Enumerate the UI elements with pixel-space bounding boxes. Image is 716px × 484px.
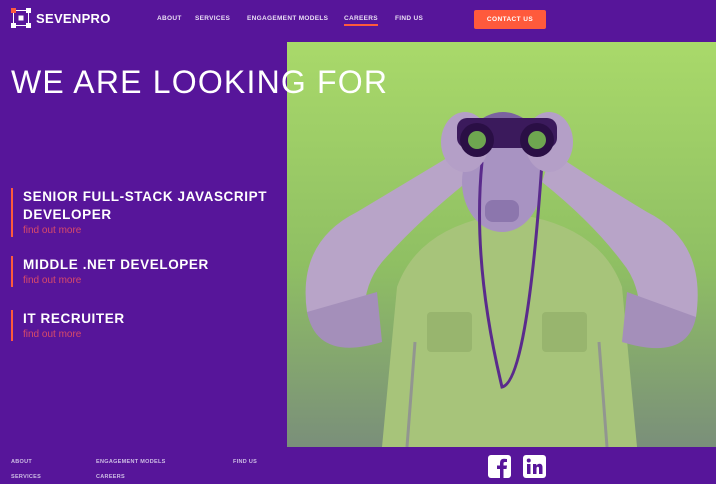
- hero-image: [287, 42, 716, 447]
- footer-link-services[interactable]: SERVICES: [11, 474, 41, 480]
- linkedin-icon[interactable]: [523, 455, 546, 478]
- job-title[interactable]: MIDDLE .NET DEVELOPER: [23, 256, 209, 274]
- main-nav: ABOUT SERVICES ENGAGEMENT MODELS CAREERS…: [0, 15, 716, 27]
- man-with-binoculars-illustration: [287, 42, 716, 447]
- job-item: IT RECRUITER find out more: [11, 310, 125, 341]
- job-item: MIDDLE .NET DEVELOPER find out more: [11, 256, 209, 287]
- find-out-more-link[interactable]: find out more: [23, 224, 278, 237]
- footer-link-about[interactable]: ABOUT: [11, 459, 32, 465]
- nav-item-engagement-models[interactable]: ENGAGEMENT MODELS: [247, 15, 328, 22]
- nav-item-about[interactable]: ABOUT: [157, 15, 182, 22]
- find-out-more-link[interactable]: find out more: [23, 328, 125, 341]
- job-title[interactable]: IT RECRUITER: [23, 310, 125, 328]
- footer-link-careers[interactable]: CAREERS: [96, 474, 125, 480]
- find-out-more-link[interactable]: find out more: [23, 274, 209, 287]
- page-title: WE ARE LOOKING FOR: [11, 64, 389, 100]
- nav-item-services[interactable]: SERVICES: [195, 15, 230, 22]
- contact-us-button[interactable]: CONTACT US: [474, 10, 546, 29]
- facebook-icon[interactable]: [488, 455, 511, 478]
- nav-item-find-us[interactable]: FIND US: [395, 15, 423, 22]
- job-item: SENIOR FULL-STACK JAVASCRIPT DEVELOPER f…: [11, 188, 278, 237]
- footer-link-engagement-models[interactable]: ENGAGEMENT MODELS: [96, 459, 166, 465]
- footer-link-find-us[interactable]: FIND US: [233, 459, 257, 465]
- nav-item-careers[interactable]: CAREERS: [344, 15, 378, 26]
- job-title[interactable]: SENIOR FULL-STACK JAVASCRIPT DEVELOPER: [23, 188, 278, 224]
